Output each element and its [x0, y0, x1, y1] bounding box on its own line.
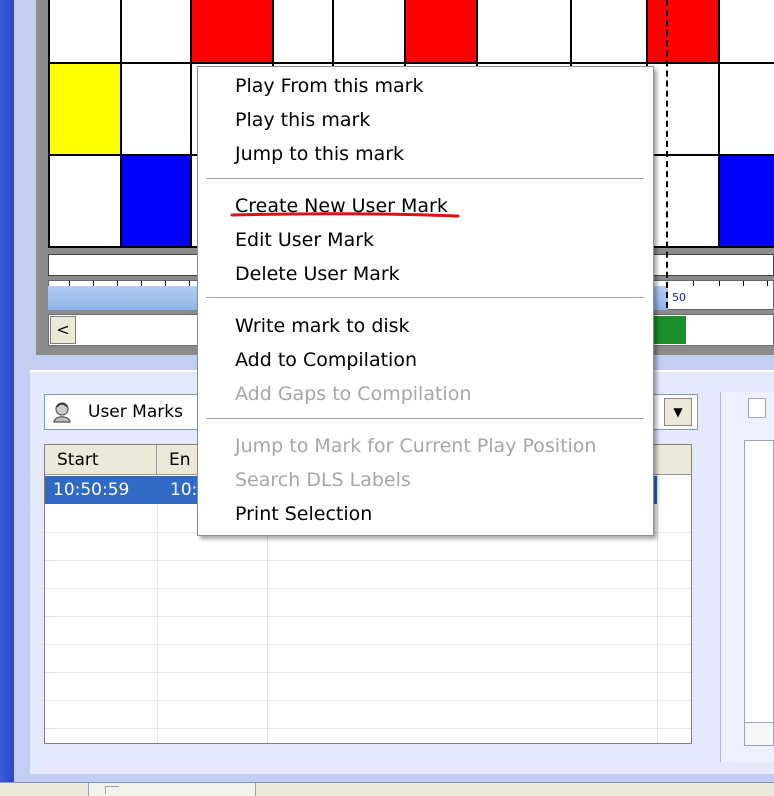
scroll-left-button[interactable]: <: [50, 316, 76, 344]
tab-corner: [105, 786, 119, 794]
menu-separator: [206, 418, 644, 420]
menu-item-delete-user-mark[interactable]: Delete User Mark: [235, 262, 400, 286]
scroll-thumb[interactable]: [652, 316, 686, 344]
grid-cell-red[interactable]: [646, 0, 718, 62]
row-divider: [45, 560, 691, 561]
row-divider: [45, 672, 691, 673]
row-divider: [45, 616, 691, 617]
row-divider: [45, 644, 691, 645]
user-head-icon: [53, 402, 71, 423]
ruler-tick: [693, 281, 694, 286]
ruler-tick: [719, 281, 720, 286]
column-header-start[interactable]: Start: [45, 445, 157, 475]
grid-line: [718, 0, 720, 248]
side-list[interactable]: [744, 440, 774, 730]
grid-line: [190, 0, 192, 248]
row-divider: [45, 700, 691, 701]
row-divider: [45, 588, 691, 589]
menu-item-add-to-compilation[interactable]: Add to Compilation: [235, 348, 417, 372]
menu-item-jump-to-mark-current-position: Jump to Mark for Current Play Position: [235, 435, 597, 457]
menu-item-play-from-mark[interactable]: Play From this mark: [235, 74, 423, 98]
context-menu: [197, 66, 654, 536]
menu-separator: [206, 178, 644, 180]
cell-end: 10:: [170, 480, 198, 500]
ruler-tick: [767, 281, 768, 286]
column-divider: [157, 475, 158, 743]
ruler-tick: [743, 281, 744, 286]
grid-cell-yellow[interactable]: [50, 64, 120, 154]
grid-line: [48, 0, 50, 248]
menu-item-play-this-mark[interactable]: Play this mark: [235, 108, 370, 132]
dropdown-value: User Marks: [88, 402, 183, 422]
menu-item-edit-user-mark[interactable]: Edit User Mark: [235, 228, 374, 252]
grid-cell-blue[interactable]: [718, 156, 774, 248]
menu-item-write-mark-to-disk[interactable]: Write mark to disk: [235, 314, 410, 338]
menu-item-jump-to-mark[interactable]: Jump to this mark: [235, 142, 404, 166]
row-divider: [45, 728, 691, 729]
menu-item-print-selection[interactable]: Print Selection: [235, 502, 372, 526]
red-underline-annotation: [230, 212, 460, 218]
dropdown-arrow-button[interactable]: ▼: [664, 398, 692, 426]
ruler-label: 50: [672, 291, 686, 304]
grid-cell-red[interactable]: [190, 0, 272, 62]
menu-separator: [206, 297, 644, 299]
side-checkbox[interactable]: [748, 398, 766, 418]
grid-cell-red[interactable]: [404, 0, 476, 62]
side-field[interactable]: [744, 722, 774, 746]
play-position-line: [666, 0, 668, 308]
menu-item-search-dls-labels: Search DLS Labels: [235, 469, 411, 491]
grid-cell-blue[interactable]: [122, 156, 190, 248]
cell-start: 10:50:59: [53, 480, 130, 500]
column-divider: [657, 475, 658, 743]
menu-item-add-gaps-to-compilation: Add Gaps to Compilation: [235, 383, 472, 405]
window-left-border: [0, 0, 14, 782]
grid-line: [120, 0, 122, 248]
